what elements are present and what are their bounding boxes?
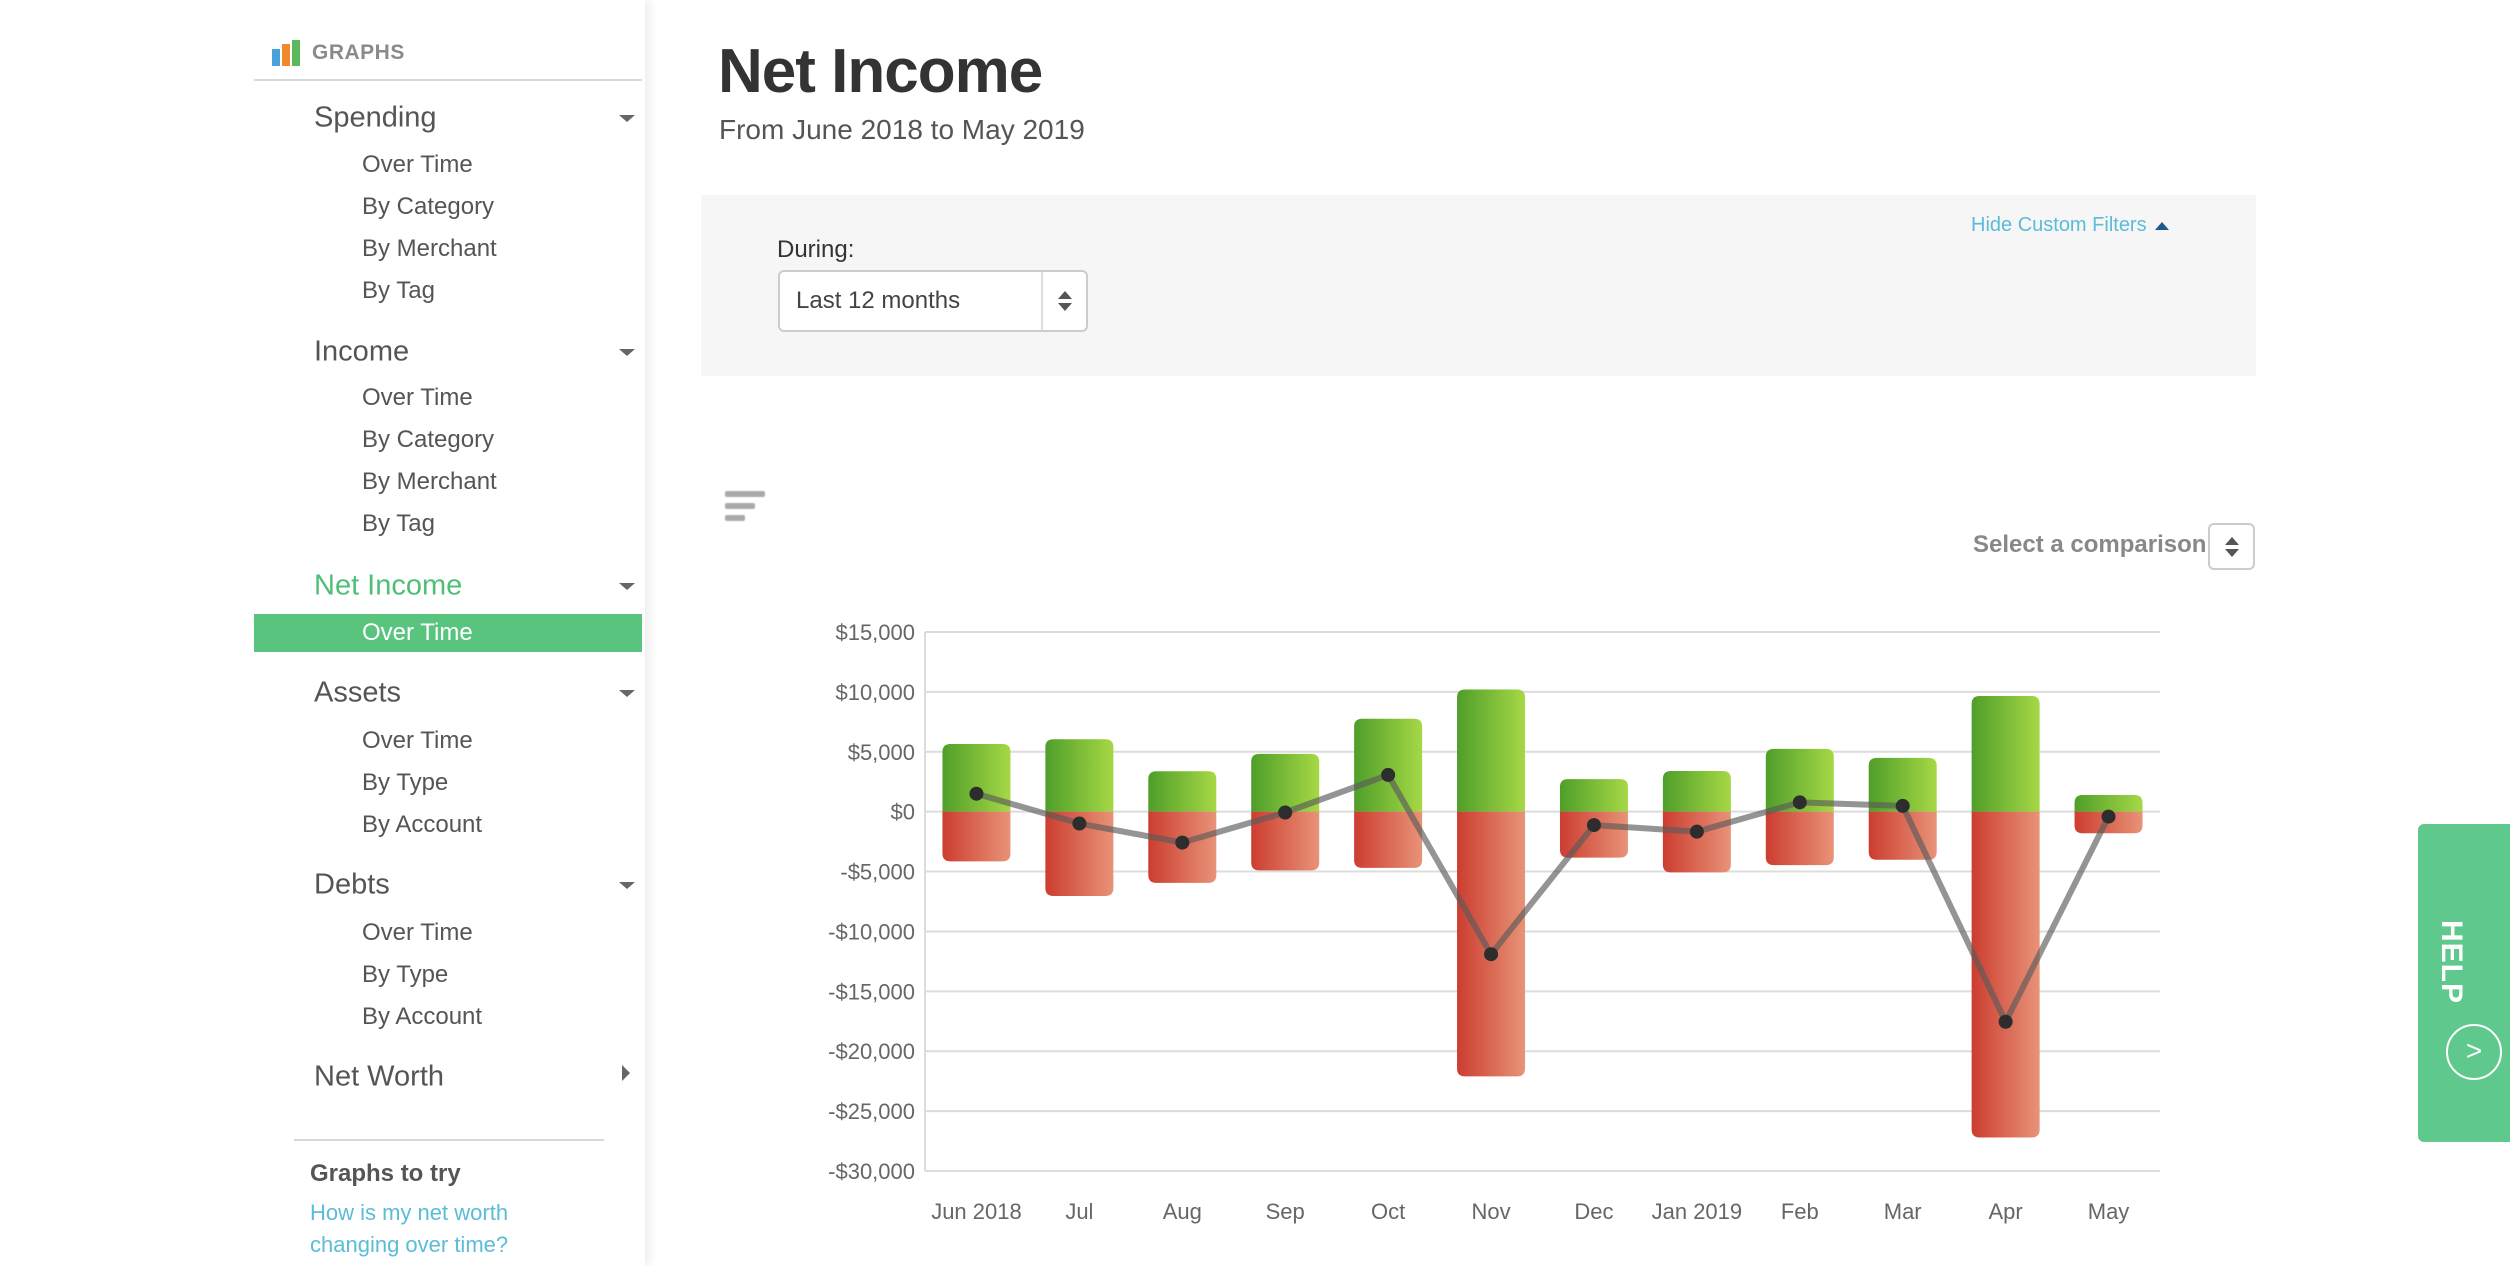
x-tick-label: Sep [1266,1199,1305,1224]
x-tick-label: Dec [1574,1199,1613,1224]
net-income-point [1175,835,1190,850]
y-tick-label: -$5,000 [840,860,915,885]
income-bar [2074,795,2143,812]
net-income-point [1278,805,1293,820]
y-tick-label: $5,000 [848,740,915,765]
x-tick-label: Nov [1471,1199,1510,1224]
net-income-point [1484,947,1499,962]
y-tick-label: -$30,000 [828,1159,915,1184]
x-tick-label: May [2088,1199,2130,1224]
y-tick-label: -$15,000 [828,979,915,1004]
chevron-right-icon: > [2446,1024,2502,1080]
x-tick-label: Jun 2018 [931,1199,1022,1224]
income-bar [1045,739,1114,812]
help-tab[interactable]: HELP > [2418,824,2510,1142]
net-income-point [1998,1014,2013,1029]
x-tick-label: Feb [1781,1199,1819,1224]
y-tick-label: $15,000 [835,620,915,645]
income-bar [1971,695,2040,812]
net-income-point [1586,818,1601,833]
y-tick-label: $10,000 [835,680,915,705]
x-tick-label: Jan 2019 [1652,1199,1743,1224]
income-bar [1662,770,1731,812]
x-tick-label: Apr [1989,1199,2023,1224]
net-income-point [969,786,984,801]
expense-bar [942,811,1011,862]
income-bar [1457,689,1526,812]
x-tick-label: Mar [1884,1199,1922,1224]
net-income-point [1381,767,1396,782]
expense-bar [1765,811,1834,866]
expense-bar [1457,811,1526,1077]
income-bar [1148,771,1217,812]
net-income-point [2101,809,2116,824]
net-income-point [1895,798,1910,813]
net-income-chart: $15,000 $10,000 $5,000 $0 -$5,000 -$10,000 -$1… [828,620,2160,1224]
y-tick-label: -$25,000 [828,1099,915,1124]
help-label: HELP [2435,920,2468,1005]
x-tick-label: Jul [1065,1199,1093,1224]
net-income-point [1689,824,1704,839]
income-bar [1354,718,1423,812]
net-income-point [1072,816,1087,831]
y-tick-label: -$10,000 [828,919,915,944]
x-tick-label: Oct [1371,1199,1405,1224]
y-tick-label: $0 [891,800,915,825]
x-tick-label: Aug [1163,1199,1202,1224]
y-tick-label: -$20,000 [828,1039,915,1064]
expense-bar [1662,811,1731,873]
net-income-point [1792,795,1807,810]
income-bar [1559,779,1628,812]
